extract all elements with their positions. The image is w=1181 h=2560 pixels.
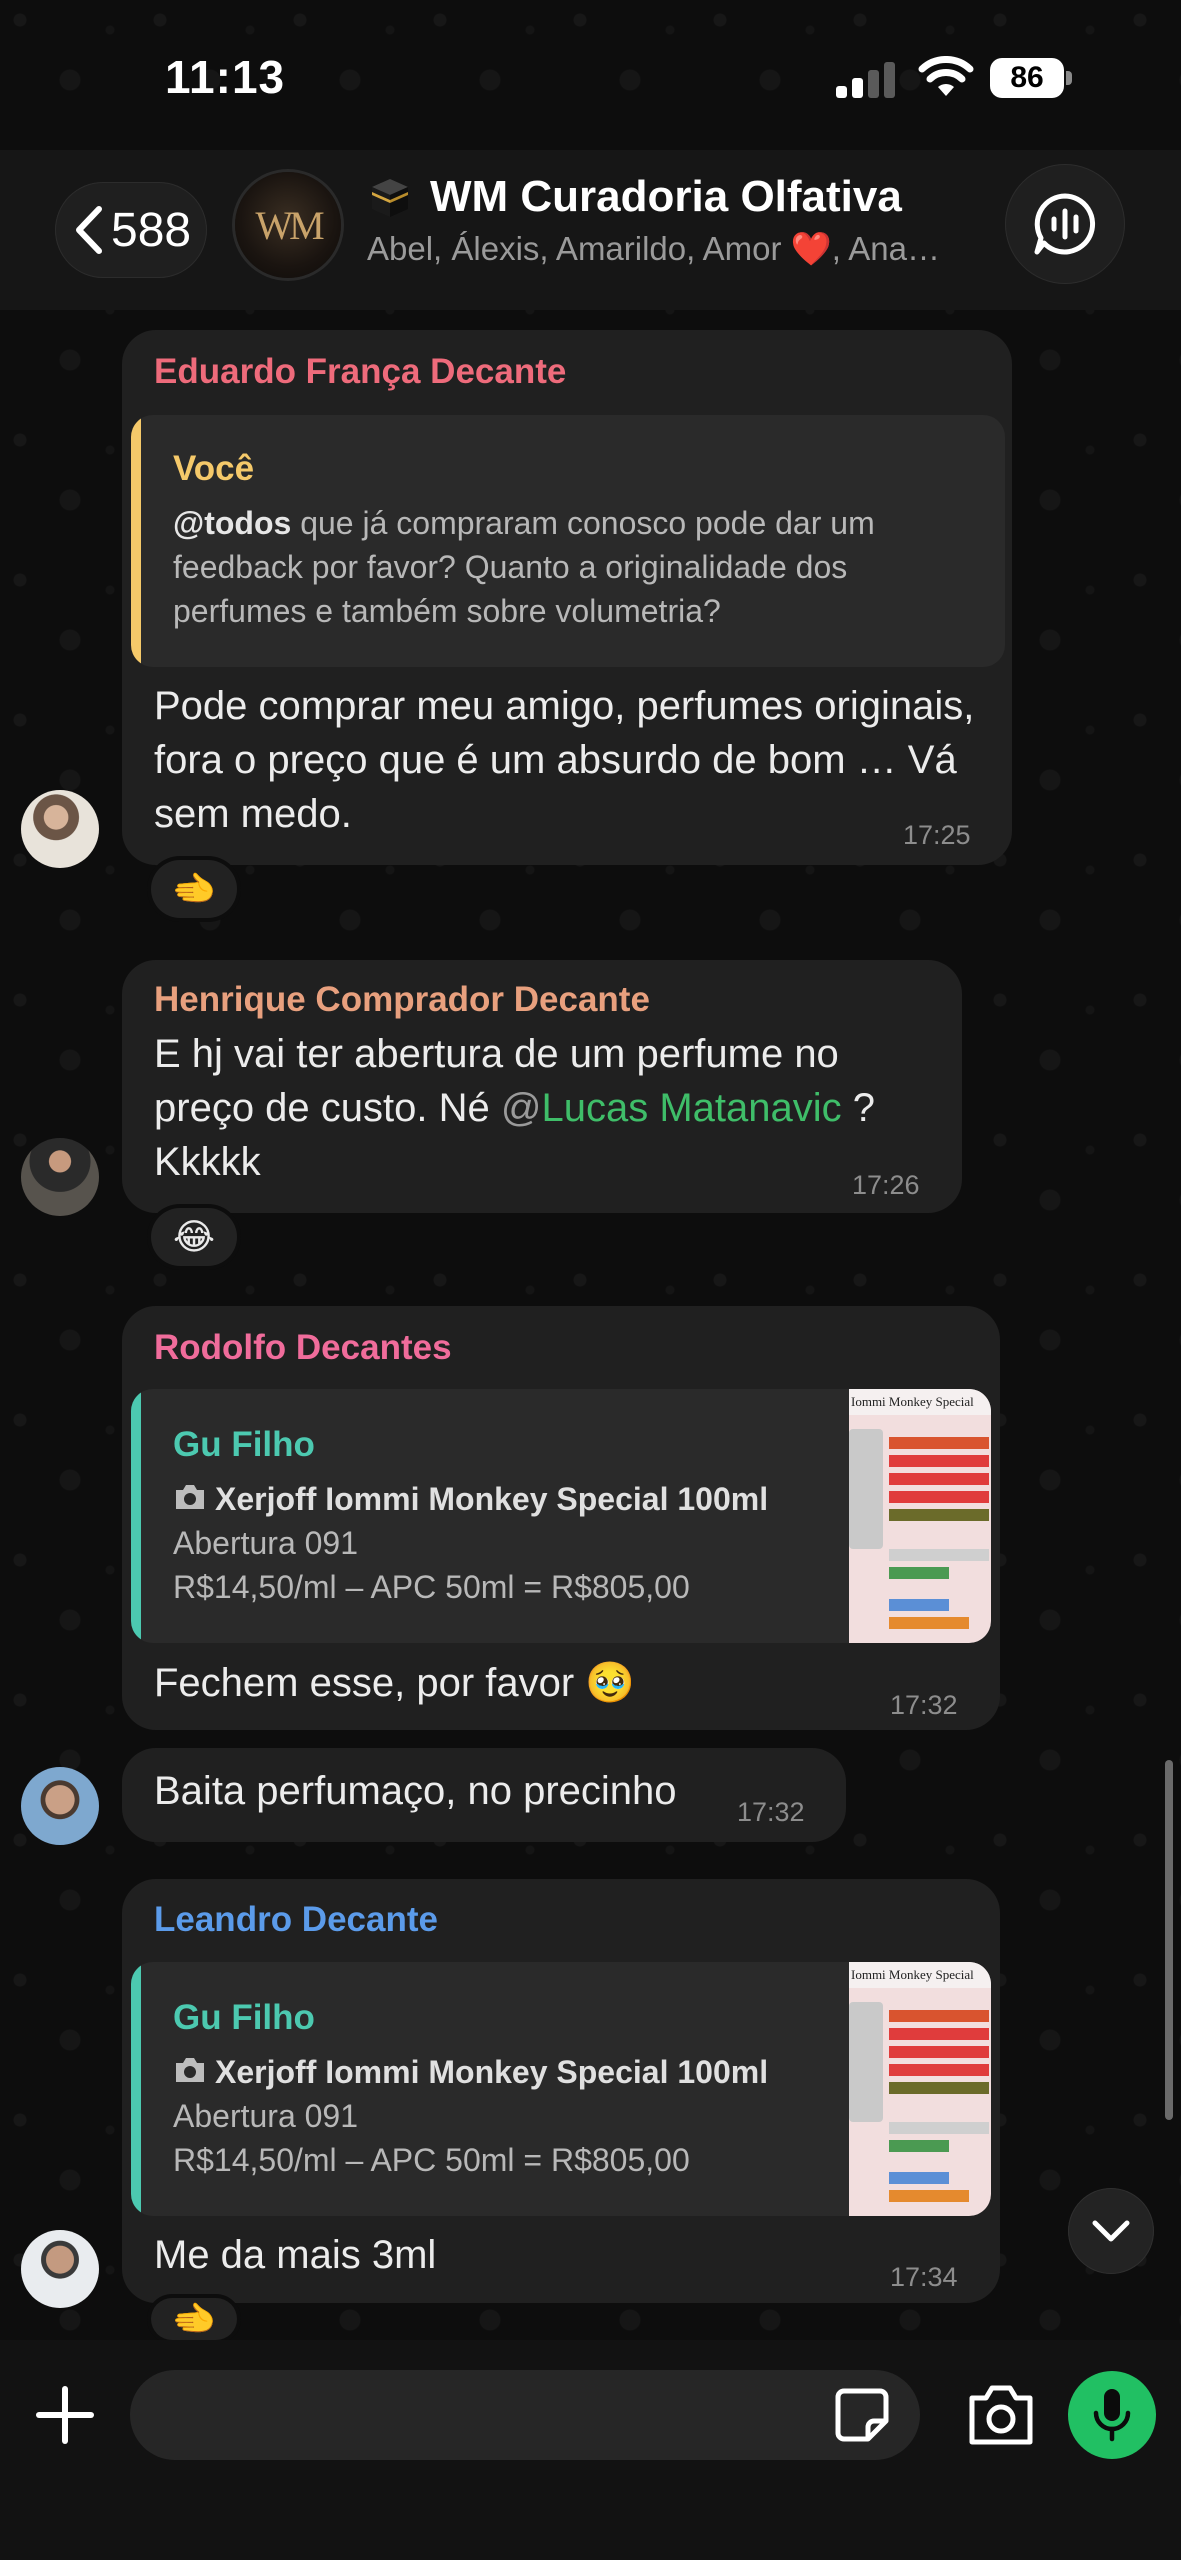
quote-line: R$14,50/ml – APC 50ml = R$805,00: [173, 2142, 690, 2178]
audio-chat-icon: [1034, 193, 1096, 255]
plus-icon: [36, 2386, 94, 2444]
quote-image-thumbnail[interactable]: Iommi Monkey Special: [849, 1389, 991, 1643]
quoted-message[interactable]: Gu Filho Xerjoff Iommi Monkey Special 10…: [131, 1962, 991, 2216]
unread-count: 588: [111, 203, 192, 257]
status-time: 11:13: [165, 51, 286, 103]
message-time: 17:25: [903, 820, 971, 850]
message-text: Me da mais 3ml: [154, 2233, 437, 2277]
message-composer: [0, 2340, 1181, 2560]
cellular-signal-icon: [836, 62, 895, 98]
audio-chat-button[interactable]: [1005, 164, 1125, 284]
quote-line: Abertura 091: [173, 2098, 359, 2134]
reaction-badge[interactable]: 🫲: [151, 2298, 237, 2340]
mention-at: @: [500, 1086, 542, 1130]
group-name: WM Curadoria Olfativa: [430, 172, 902, 221]
message-time: 17:32: [737, 1797, 805, 1827]
message-text: Baita perfumaço, no precinho: [154, 1769, 677, 1813]
microphone-button[interactable]: [1068, 2371, 1156, 2459]
message-time: 17:26: [852, 1170, 920, 1200]
message-time: 17:34: [890, 2262, 958, 2292]
wifi-icon: [918, 56, 974, 96]
thumbnail-title: Iommi Monkey Special: [851, 1394, 974, 1409]
avatar[interactable]: [21, 2230, 99, 2308]
message-text: Pode comprar meu amigo, perfumes origina…: [154, 684, 975, 836]
battery-level: 86: [1010, 61, 1044, 94]
quote-sender: Você: [173, 449, 255, 488]
reaction-badge[interactable]: 🫲: [151, 860, 237, 918]
scroll-to-bottom-button[interactable]: [1068, 2188, 1154, 2274]
message-sender[interactable]: Leandro Decante: [154, 1900, 438, 1940]
group-avatar-logo: WM: [255, 202, 324, 248]
quoted-message[interactable]: Gu Filho Xerjoff Iommi Monkey Special 10…: [131, 1389, 991, 1643]
chat-header: 588 WM WM Curadoria Olfativa Abel, Álexi…: [0, 150, 1181, 310]
reaction-badge[interactable]: 😂: [151, 1208, 237, 1266]
attach-button[interactable]: [30, 2380, 100, 2450]
message-sender[interactable]: Rodolfo Decantes: [154, 1328, 452, 1368]
avatar[interactable]: [21, 790, 99, 868]
quote-accent-bar: [131, 1962, 141, 2216]
quote-accent-bar: [131, 1389, 141, 1643]
message-time: 17:32: [890, 1690, 958, 1720]
group-avatar[interactable]: WM: [235, 172, 341, 278]
message-sender[interactable]: Eduardo França Decante: [154, 352, 566, 392]
scrollbar[interactable]: [1165, 1760, 1173, 2120]
quote-line: R$14,50/ml – APC 50ml = R$805,00: [173, 1569, 690, 1605]
quote-title: Xerjoff Iommi Monkey Special 100ml: [215, 1481, 769, 1517]
status-bar: 11:13 86: [0, 0, 1181, 150]
quote-title: Xerjoff Iommi Monkey Special 100ml: [215, 2054, 769, 2090]
quote-image-thumbnail[interactable]: Iommi Monkey Special: [849, 1962, 991, 2216]
group-members: Abel, Álexis, Amarildo, Amor ❤️, Ana…: [367, 230, 940, 267]
thumbnail-title: Iommi Monkey Special: [851, 1967, 974, 1982]
quote-mention: @todos: [173, 505, 292, 541]
avatar[interactable]: [21, 1138, 99, 1216]
quote-text: @todos que já compraram conosco pode dar…: [173, 501, 953, 633]
battery-indicator: 86: [990, 58, 1072, 98]
camera-icon: [176, 1485, 204, 1509]
avatar[interactable]: [21, 1767, 99, 1845]
message-text: Fechem esse, por favor 🥹: [154, 1661, 636, 1705]
message-text: E hj vai ter abertura de um perfume no p…: [154, 1027, 944, 1189]
quote-sender: Gu Filho: [173, 1425, 315, 1464]
camera-icon[interactable]: [966, 2382, 1036, 2448]
quote-line: Abertura 091: [173, 1525, 359, 1561]
group-title-row[interactable]: WM Curadoria Olfativa: [368, 172, 902, 222]
quote-accent-bar: [131, 415, 141, 667]
mention-link[interactable]: Lucas Matanavic: [541, 1086, 841, 1130]
camera-icon: [176, 2058, 204, 2082]
back-button[interactable]: 588: [55, 182, 207, 278]
message-input[interactable]: [130, 2370, 920, 2460]
kaaba-icon: [372, 179, 408, 217]
chevron-down-icon: [1092, 2220, 1130, 2242]
quoted-message[interactable]: Você @todos que já compraram conosco pod…: [131, 415, 1005, 667]
microphone-icon: [1093, 2389, 1131, 2442]
chevron-left-icon: [76, 206, 102, 254]
quote-sender: Gu Filho: [173, 1998, 315, 2037]
message-sender[interactable]: Henrique Comprador Decante: [154, 980, 650, 1020]
sticker-icon[interactable]: [832, 2385, 892, 2445]
